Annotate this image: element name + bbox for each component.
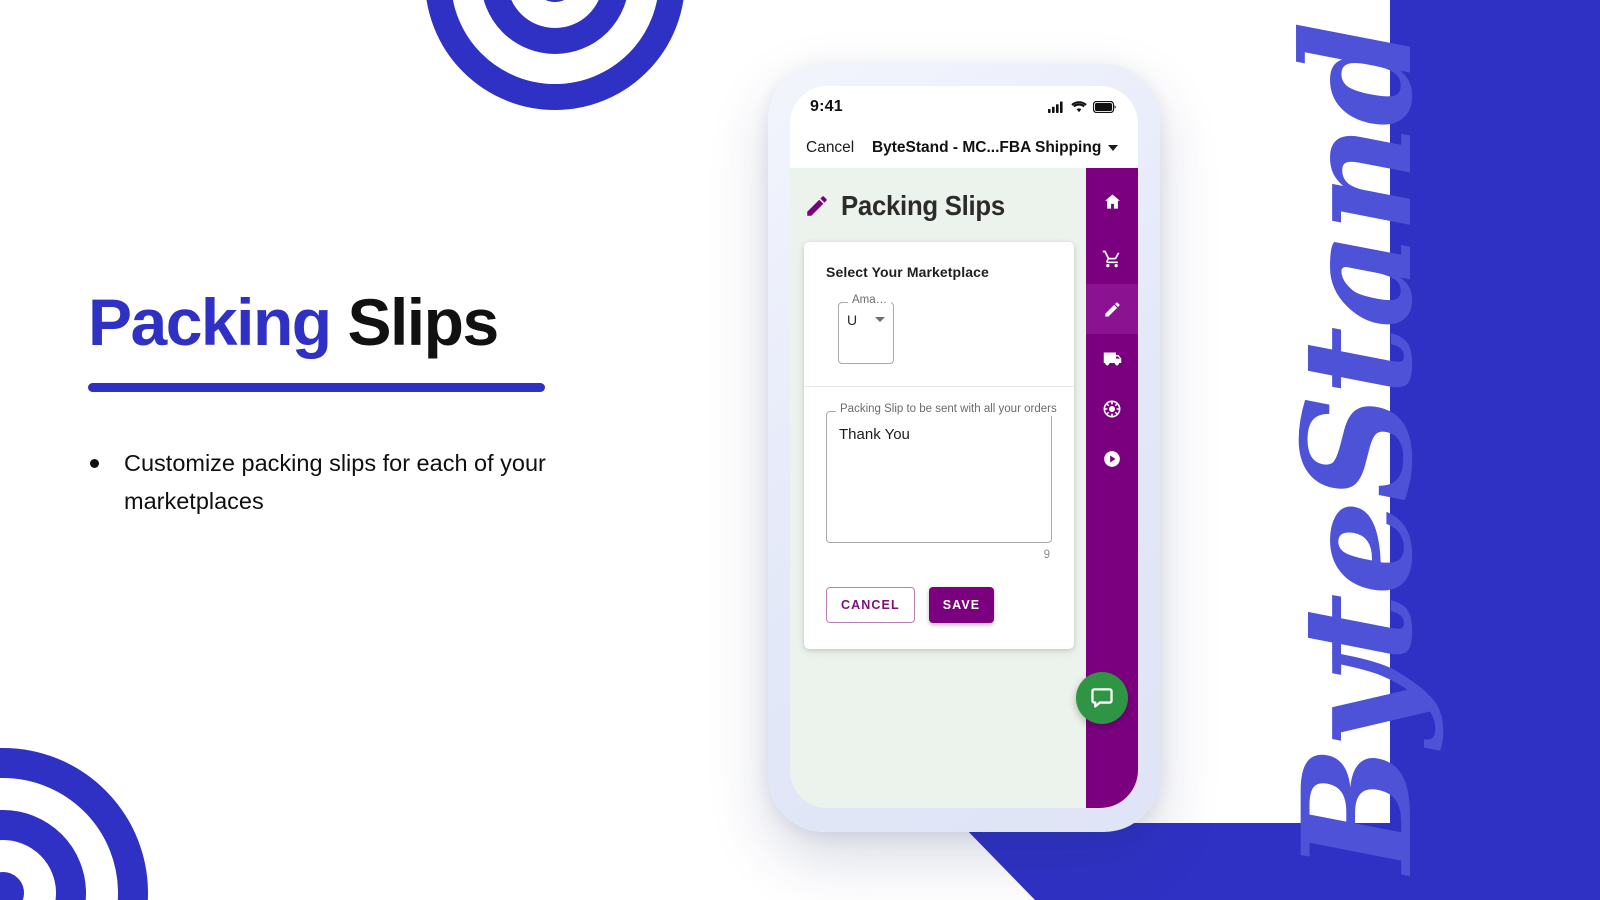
packing-slip-value: Thank You: [839, 426, 910, 443]
browser-title: ByteStand - MC...FBA Shipping: [871, 139, 1102, 156]
rail-item-packing-slips[interactable]: [1086, 284, 1138, 334]
headline-rest: Slips: [330, 285, 499, 359]
chevron-down-icon[interactable]: [1108, 145, 1119, 151]
character-counter: 9: [1043, 549, 1050, 561]
card-title: Select Your Marketplace: [826, 264, 989, 280]
ring-inner: [0, 872, 24, 900]
rail-item-support[interactable]: [1086, 384, 1138, 434]
truck-icon: [1103, 352, 1121, 365]
headline-accent: Packing: [88, 285, 332, 359]
settings-card: Select Your Marketplace Ama… U Packing S…: [804, 242, 1074, 649]
phone-screen: 9:41 Cancel ByteStand - MC...FBA Shippin…: [790, 86, 1138, 808]
cancel-button[interactable]: CANCEL: [826, 587, 915, 623]
decorative-rings-top: [425, 0, 685, 110]
pencil-icon: [807, 196, 827, 216]
marketplace-select-value: U: [847, 312, 858, 328]
browser-title-group[interactable]: ByteStand - MC...FBA Shipping: [866, 139, 1128, 157]
lifebuoy-icon: [1103, 400, 1121, 418]
ring-inner: [533, 0, 577, 2]
chat-bubble-icon: [1091, 688, 1113, 708]
status-time: 9:41: [810, 98, 843, 115]
status-bar: 9:41: [790, 86, 1138, 128]
ring-middle: [0, 810, 86, 900]
cancel-button[interactable]: Cancel: [806, 139, 854, 157]
feature-list: Customize packing slips for each of your…: [88, 444, 648, 520]
rail-item-orders[interactable]: [1086, 234, 1138, 284]
ring-outer: [0, 748, 148, 900]
app-main-column: Packing Slips Select Your Marketplace Am…: [790, 168, 1086, 808]
ring-outer: [425, 0, 685, 110]
phone-mockup: 9:41 Cancel ByteStand - MC...FBA Shippin…: [768, 64, 1160, 832]
app-body: Packing Slips Select Your Marketplace Am…: [790, 168, 1138, 808]
chat-support-button[interactable]: [1076, 672, 1128, 724]
browser-chrome-bar: Cancel ByteStand - MC...FBA Shipping: [790, 128, 1138, 168]
ring-middle: [481, 0, 629, 54]
save-button[interactable]: SAVE: [928, 587, 995, 623]
rail-item-shipping[interactable]: [1086, 334, 1138, 384]
shopping-cart-icon: [1102, 250, 1120, 268]
list-item: Customize packing slips for each of your…: [88, 444, 558, 520]
rail-item-home[interactable]: [1086, 168, 1138, 234]
battery-icon: [1093, 101, 1116, 113]
packing-slip-label: Packing Slip to be sent with all your or…: [836, 403, 1061, 416]
chevron-down-icon[interactable]: [875, 317, 885, 322]
brand-watermark: ByteStand: [1270, 23, 1446, 873]
rail-item-videos[interactable]: [1086, 434, 1138, 484]
page-title: Packing Slips: [88, 285, 648, 359]
wifi-icon: [1071, 101, 1087, 113]
pencil-icon: [1104, 301, 1120, 317]
status-icons: [1048, 101, 1116, 113]
home-icon: [1104, 194, 1120, 209]
card-actions: CANCEL SAVE: [826, 587, 1052, 623]
marketplace-select-label: Ama…: [848, 294, 892, 307]
marketplace-select[interactable]: Ama… U: [838, 294, 894, 364]
play-circle-icon: [1104, 451, 1120, 467]
slide-text-block: Packing Slips Customize packing slips fo…: [88, 285, 648, 520]
page-heading: Packing Slips: [841, 190, 1005, 221]
decorative-rings-bottom-left: [0, 748, 148, 900]
cellular-signal-icon: [1048, 101, 1063, 113]
card-divider: [804, 386, 1074, 387]
title-underline: [88, 383, 545, 393]
slide-canvas: ByteStand Packing Slips Customize packin…: [0, 0, 1600, 900]
app-page-header: Packing Slips: [790, 168, 1086, 242]
packing-slip-textarea[interactable]: Packing Slip to be sent with all your or…: [826, 403, 1061, 543]
